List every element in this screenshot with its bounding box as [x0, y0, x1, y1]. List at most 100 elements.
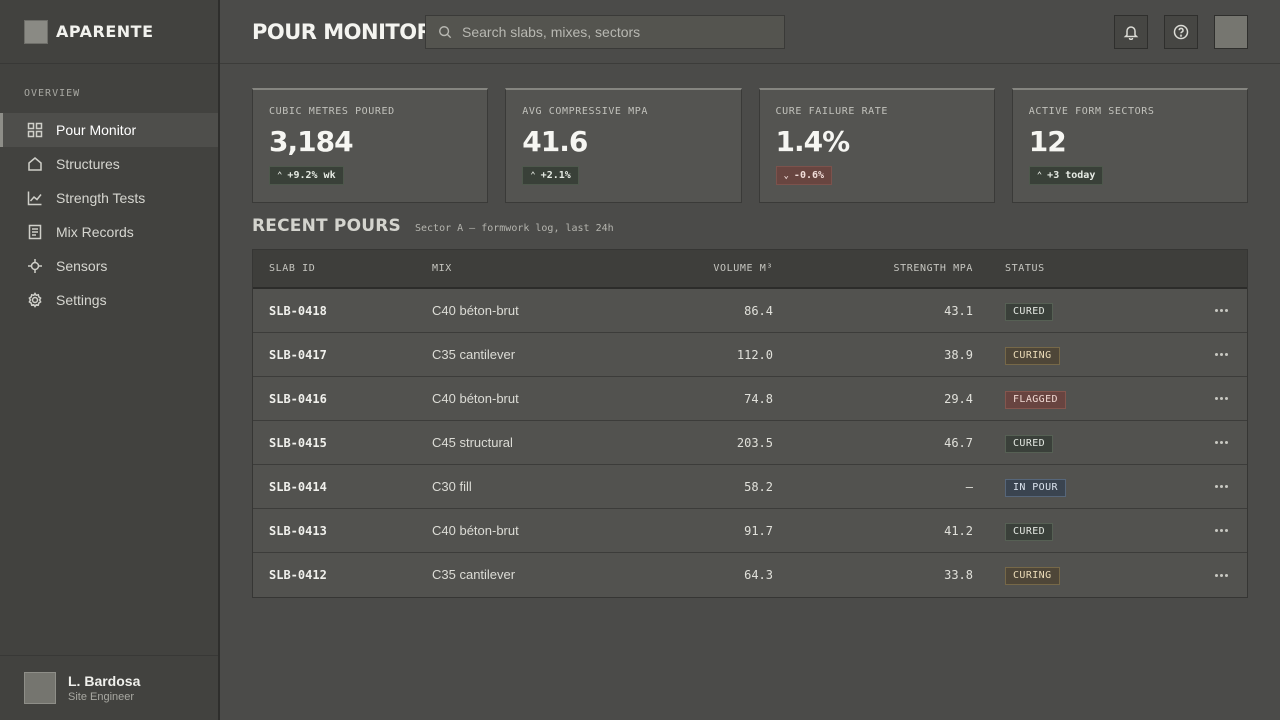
more-dots-icon — [1219, 485, 1223, 488]
strength-cell: 33.8 — [944, 568, 973, 582]
slab-id-cell: SLB-0414 — [269, 479, 327, 494]
sidebar-item-structures[interactable]: Structures — [0, 147, 218, 181]
slab-id-cell: SLB-0416 — [269, 391, 327, 406]
column-header-slab-id[interactable]: SLAB ID — [253, 263, 432, 274]
column-header-strength[interactable]: STRENGTH MPA — [773, 263, 973, 274]
more-dots-icon — [1219, 441, 1223, 444]
kpi-card-form-sectors: Active form sectors 12 ⌃ +3 today — [1011, 88, 1248, 203]
row-more-button[interactable] — [1211, 303, 1231, 319]
column-header-mix[interactable]: MIX — [432, 263, 732, 274]
table-row[interactable]: SLB-0413 C40 béton-brut 91.7 41.2 CURED — [253, 509, 1247, 553]
strength-cell: 41.2 — [944, 523, 973, 538]
mix-cell: C40 béton-brut — [432, 390, 519, 406]
strength-cell: 43.1 — [944, 303, 973, 318]
slab-id-cell: SLB-0417 — [269, 347, 327, 362]
sidebar-item-label: Mix Records — [56, 224, 134, 240]
table-row[interactable]: SLB-0418 C40 béton-brut 86.4 43.1 CURED — [253, 289, 1247, 333]
sidebar-item-label: Sensors — [56, 258, 108, 274]
sidebar-item-label: Settings — [56, 292, 107, 308]
recent-pours-heading: RECENT POURS Sector A — formwork log, la… — [252, 216, 614, 236]
search-box[interactable] — [425, 14, 785, 49]
column-header-volume[interactable]: VOLUME M³ — [709, 263, 773, 274]
document-icon — [26, 223, 44, 241]
user-profile[interactable]: L. Bardosa Site Engineer — [0, 655, 218, 720]
kpi-value: 1.4% — [775, 125, 851, 158]
kpi-card-cure-failure: Cure failure rate 1.4% ⌄ -0.6% — [758, 88, 995, 203]
volume-cell: 86.4 — [744, 303, 773, 318]
status-badge: CURING — [1005, 346, 1060, 365]
volume-cell: 58.2 — [744, 479, 773, 494]
search-icon — [439, 25, 452, 38]
sidebar-item-strength-tests[interactable]: Strength Tests — [0, 181, 218, 215]
kpi-value: 41.6 — [522, 125, 588, 158]
sidebar-nav: Pour Monitor Structures Strength Tests M… — [0, 113, 218, 317]
search-input[interactable] — [462, 23, 762, 40]
table-row[interactable]: SLB-0412 C35 cantilever 64.3 33.8 CURING — [253, 553, 1247, 597]
help-button[interactable] — [1164, 15, 1198, 49]
table-row[interactable]: SLB-0416 C40 béton-brut 74.8 29.4 FLAGGED — [253, 377, 1247, 421]
kpi-label: Active form sectors — [1028, 106, 1155, 117]
more-dots-icon — [1224, 309, 1228, 312]
more-dots-icon — [1224, 441, 1228, 444]
user-role: Site Engineer — [68, 691, 135, 703]
column-header-status[interactable]: STATUS — [973, 263, 1188, 274]
table-row[interactable]: SLB-0414 C30 fill 58.2 — IN POUR — [253, 465, 1247, 509]
table-row[interactable]: SLB-0417 C35 cantilever 112.0 38.9 CURING — [253, 333, 1247, 377]
chevron-up-icon: ⌃ — [277, 170, 283, 181]
recent-pours-table: SLAB ID MIX VOLUME M³ STRENGTH MPA STATU… — [252, 249, 1248, 598]
brand[interactable]: APARENTE — [0, 0, 218, 64]
kpi-delta-text: +3 today — [1047, 170, 1096, 181]
strength-cell: 38.9 — [944, 347, 973, 362]
crosshair-icon — [26, 257, 44, 275]
more-dots-icon — [1219, 529, 1223, 532]
row-more-button[interactable] — [1211, 567, 1231, 583]
nav-section-label: OVERVIEW — [24, 88, 81, 99]
more-dots-icon — [1224, 573, 1228, 577]
slab-id-cell: SLB-0418 — [269, 303, 327, 318]
home-icon — [26, 155, 44, 173]
kpi-value: 3,184 — [269, 125, 354, 158]
sidebar-item-mix-records[interactable]: Mix Records — [0, 215, 218, 249]
sidebar-item-label: Structures — [56, 156, 120, 172]
page-title: POUR MONITOR — [252, 19, 433, 44]
user-avatar-button[interactable] — [1214, 15, 1248, 49]
row-more-button[interactable] — [1211, 435, 1231, 451]
brand-name: APARENTE — [56, 22, 154, 41]
sidebar-item-settings[interactable]: Settings — [0, 283, 218, 317]
row-more-button[interactable] — [1211, 347, 1231, 363]
more-dots-icon — [1214, 441, 1218, 444]
gear-icon — [26, 291, 44, 309]
more-dots-icon — [1214, 529, 1218, 532]
more-dots-icon — [1219, 309, 1223, 312]
sidebar-item-label: Pour Monitor — [56, 122, 137, 138]
header-actions — [1114, 15, 1248, 49]
kpi-delta-text: +2.1% — [540, 170, 571, 181]
more-dots-icon — [1219, 353, 1223, 356]
mix-cell: C35 cantilever — [432, 567, 516, 582]
status-badge: IN POUR — [1005, 478, 1066, 497]
kpi-delta: ⌃ +9.2% wk — [269, 166, 344, 185]
more-dots-icon — [1214, 397, 1218, 400]
status-badge: CURED — [1005, 434, 1054, 453]
sidebar-item-pour-monitor[interactable]: Pour Monitor — [0, 113, 218, 147]
slab-id-cell: SLB-0413 — [269, 523, 327, 538]
more-dots-icon — [1214, 353, 1218, 356]
chevron-up-icon: ⌃ — [530, 170, 536, 181]
mix-cell: C30 fill — [432, 478, 472, 494]
sidebar-item-sensors[interactable]: Sensors — [0, 249, 218, 283]
more-dots-icon — [1214, 485, 1218, 488]
row-more-button[interactable] — [1211, 479, 1231, 495]
status-badge: CURED — [1005, 302, 1054, 321]
row-more-button[interactable] — [1211, 391, 1231, 407]
kpi-label: Avg compressive MPa — [522, 106, 649, 117]
table-row[interactable]: SLB-0415 C45 structural 203.5 46.7 CURED — [253, 421, 1247, 465]
notifications-button[interactable] — [1114, 15, 1148, 49]
volume-cell: 112.0 — [736, 347, 773, 362]
status-badge: FLAGGED — [1005, 390, 1066, 409]
more-dots-icon — [1219, 397, 1223, 400]
section-title: RECENT POURS — [252, 216, 401, 236]
avatar — [24, 672, 56, 704]
row-more-button[interactable] — [1211, 523, 1231, 539]
slab-id-cell: SLB-0412 — [269, 568, 327, 582]
sidebar: APARENTE OVERVIEW Pour Monitor Structure… — [0, 0, 220, 720]
